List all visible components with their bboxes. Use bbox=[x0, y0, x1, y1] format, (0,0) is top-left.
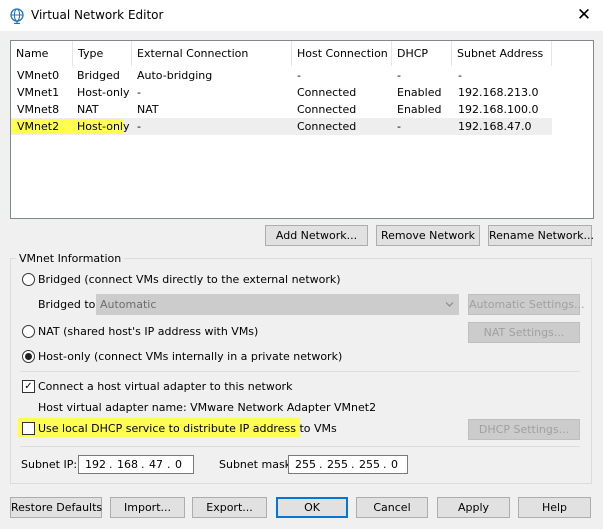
host-only-radio[interactable] bbox=[22, 350, 35, 363]
dhcp-settings-button[interactable]: DHCP Settings... bbox=[468, 419, 580, 440]
export-button[interactable]: Export... bbox=[192, 497, 267, 518]
connect-adapter-checkbox[interactable]: ✓ bbox=[22, 380, 35, 393]
bridged-to-label: Bridged to: bbox=[38, 298, 100, 311]
cell-dhcp: Enabled bbox=[397, 86, 442, 99]
cell-name: VMnet1 bbox=[17, 86, 60, 99]
cell-type: Bridged bbox=[77, 69, 120, 82]
table-row[interactable]: VMnet8 NAT NAT Connected Enabled 192.168… bbox=[11, 101, 552, 118]
column-header-name[interactable]: Name bbox=[11, 41, 73, 66]
table-row[interactable]: VMnet0 Bridged Auto-bridging - - - bbox=[11, 67, 552, 84]
cell-external-connection: - bbox=[137, 120, 141, 133]
cell-type: Host-only bbox=[77, 120, 130, 133]
ip-octet: 0 bbox=[175, 458, 182, 471]
ok-button[interactable]: OK bbox=[276, 497, 348, 518]
network-list[interactable]: Name Type External Connection Host Conne… bbox=[10, 40, 594, 219]
bridged-to-value: Automatic bbox=[100, 298, 157, 311]
cell-type: Host-only bbox=[77, 86, 130, 99]
bridged-label[interactable]: Bridged (connect VMs directly to the ext… bbox=[38, 273, 341, 286]
column-header-type[interactable]: Type bbox=[73, 41, 132, 66]
cell-host-connection: - bbox=[297, 69, 301, 82]
dhcp-label[interactable]: Use local DHCP service to distribute IP … bbox=[38, 422, 337, 435]
cell-external-connection: - bbox=[137, 86, 141, 99]
table-row[interactable]: VMnet1 Host-only - Connected Enabled 192… bbox=[11, 84, 552, 101]
ip-octet: 168 bbox=[117, 458, 138, 471]
divider bbox=[20, 446, 580, 447]
table-row-selected[interactable]: VMnet2 Host-only - Connected - 192.168.4… bbox=[11, 118, 552, 135]
ip-octet: 255 bbox=[359, 458, 380, 471]
cell-subnet-address: 192.168.100.0 bbox=[458, 103, 539, 116]
restore-defaults-button[interactable]: Restore Defaults bbox=[10, 497, 102, 518]
ip-octet: 255 bbox=[295, 458, 316, 471]
cell-host-connection: Connected bbox=[297, 120, 357, 133]
column-header-host-connection[interactable]: Host Connection bbox=[292, 41, 392, 66]
network-globe-icon bbox=[10, 8, 24, 24]
ip-dot: . bbox=[383, 458, 387, 471]
divider bbox=[20, 371, 580, 372]
column-header-dhcp[interactable]: DHCP bbox=[392, 41, 452, 66]
help-button[interactable]: Help bbox=[518, 497, 591, 518]
chevron-down-icon bbox=[445, 302, 454, 307]
cell-name: VMnet0 bbox=[17, 69, 60, 82]
column-header-subnet-address[interactable]: Subnet Address bbox=[452, 41, 552, 66]
dhcp-checkbox[interactable] bbox=[22, 422, 35, 435]
subnet-ip-label: Subnet IP: bbox=[21, 458, 78, 471]
subnet-mask-input[interactable]: 255 . 255 . 255 . 0 bbox=[288, 455, 408, 474]
cell-dhcp: - bbox=[397, 69, 401, 82]
cell-host-connection: Connected bbox=[297, 86, 357, 99]
cell-name: VMnet2 bbox=[17, 120, 60, 133]
cell-subnet-address: 192.168.47.0 bbox=[458, 120, 532, 133]
cell-subnet-address: - bbox=[458, 69, 462, 82]
column-header-external-connection[interactable]: External Connection bbox=[132, 41, 292, 66]
close-icon[interactable]: ✕ bbox=[570, 4, 598, 26]
cell-type: NAT bbox=[77, 103, 99, 116]
host-only-label[interactable]: Host-only (connect VMs internally in a p… bbox=[38, 350, 342, 363]
bridged-to-select[interactable]: Automatic bbox=[96, 294, 459, 315]
nat-settings-button[interactable]: NAT Settings... bbox=[468, 322, 580, 343]
ip-dot: . bbox=[319, 458, 323, 471]
ip-dot: . bbox=[167, 458, 171, 471]
rename-network-button[interactable]: Rename Network... bbox=[488, 225, 594, 246]
window-title: Virtual Network Editor bbox=[31, 8, 164, 22]
ip-octet: 192 bbox=[85, 458, 106, 471]
subnet-mask-label: Subnet mask: bbox=[219, 458, 295, 471]
import-button[interactable]: Import... bbox=[110, 497, 185, 518]
ip-dot: . bbox=[141, 458, 145, 471]
cell-external-connection: NAT bbox=[137, 103, 159, 116]
remove-network-button[interactable]: Remove Network bbox=[376, 225, 480, 246]
ip-dot: . bbox=[351, 458, 355, 471]
cell-name: VMnet8 bbox=[17, 103, 60, 116]
connect-adapter-label[interactable]: Connect a host virtual adapter to this n… bbox=[38, 380, 292, 393]
bridged-radio[interactable] bbox=[22, 273, 35, 286]
ip-octet: 47 bbox=[149, 458, 163, 471]
group-label: VMnet Information bbox=[16, 252, 125, 265]
ip-octet: 255 bbox=[327, 458, 348, 471]
cell-dhcp: Enabled bbox=[397, 103, 442, 116]
apply-button[interactable]: Apply bbox=[437, 497, 510, 518]
cell-host-connection: Connected bbox=[297, 103, 357, 116]
cell-dhcp: - bbox=[397, 120, 401, 133]
automatic-settings-button[interactable]: Automatic Settings... bbox=[468, 294, 585, 315]
ip-octet: 0 bbox=[391, 458, 398, 471]
cell-subnet-address: 192.168.213.0 bbox=[458, 86, 539, 99]
ip-dot: . bbox=[109, 458, 113, 471]
cell-external-connection: Auto-bridging bbox=[137, 69, 213, 82]
nat-radio[interactable] bbox=[22, 325, 35, 338]
nat-label[interactable]: NAT (shared host's IP address with VMs) bbox=[38, 325, 258, 338]
subnet-ip-input[interactable]: 192 . 168 . 47 . 0 bbox=[78, 455, 194, 474]
cancel-button[interactable]: Cancel bbox=[356, 497, 428, 518]
add-network-button[interactable]: Add Network... bbox=[265, 225, 368, 246]
adapter-name-label: Host virtual adapter name: VMware Networ… bbox=[38, 401, 377, 414]
